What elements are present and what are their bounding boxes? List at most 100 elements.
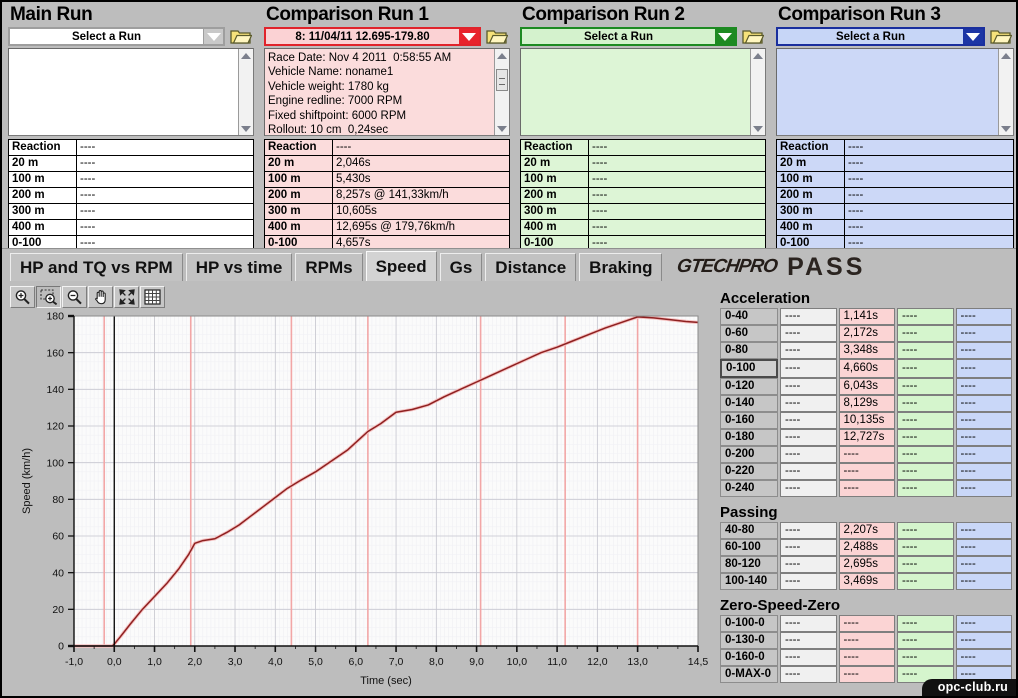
table-row: 20 m ----: [8, 155, 254, 172]
table-row: Reaction ----: [8, 139, 254, 156]
stats-row-label[interactable]: 80-120: [720, 556, 778, 573]
stats-cell-run0: ----: [780, 446, 837, 463]
chevron-down-icon[interactable]: [203, 29, 223, 44]
stats-cell-run0: ----: [780, 308, 837, 325]
svg-text:14,5: 14,5: [688, 656, 708, 668]
info-scrollbar-1[interactable]: [494, 49, 509, 135]
run-select-row-1: 8: 11/04/11 12.695-179.80: [264, 27, 510, 46]
stats-cell-run1: ----: [838, 463, 895, 480]
table-row: 100-140 ---- 3,469s ---- ----: [720, 573, 1012, 590]
result-label: 300 m: [264, 203, 333, 220]
table-row: 100 m ----: [8, 171, 254, 188]
stats-cell-run0: ----: [780, 359, 837, 378]
stats-row-label[interactable]: 0-200: [720, 446, 778, 463]
chevron-down-icon[interactable]: [715, 29, 735, 44]
tab-gs[interactable]: Gs: [439, 253, 483, 281]
grid-icon[interactable]: [140, 286, 165, 308]
stats-row-label[interactable]: 0-130-0: [720, 632, 778, 649]
open-folder-icon[interactable]: [740, 27, 766, 46]
stats-cell-run1: 12,727s: [838, 429, 895, 446]
result-label: 400 m: [8, 219, 77, 236]
stats-row-label[interactable]: 0-100-0: [720, 615, 778, 632]
zoom-box-icon[interactable]: [36, 286, 61, 308]
table-row: 20 m 2,046s: [264, 155, 510, 172]
table-row: 0-240 ---- ---- ---- ----: [720, 480, 1012, 497]
scroll-up-icon[interactable]: [751, 49, 765, 62]
table-row: 400 m ----: [8, 219, 254, 236]
result-label: Reaction: [8, 139, 77, 156]
stats-group-gap: [716, 497, 1016, 504]
scroll-up-icon[interactable]: [239, 49, 253, 62]
open-folder-icon[interactable]: [228, 27, 254, 46]
stats-row-label[interactable]: 60-100: [720, 539, 778, 556]
svg-text:0,0: 0,0: [107, 656, 122, 668]
stats-cell-run2: ----: [897, 395, 954, 412]
zoom-in-icon[interactable]: [10, 286, 35, 308]
scroll-down-icon[interactable]: [999, 122, 1013, 135]
info-scrollbar-3[interactable]: [998, 49, 1013, 135]
zoom-out-icon[interactable]: [62, 286, 87, 308]
svg-text:120: 120: [46, 421, 64, 433]
stats-cell-run2: ----: [897, 615, 954, 632]
open-folder-icon[interactable]: [988, 27, 1014, 46]
stats-row-label[interactable]: 0-240: [720, 480, 778, 497]
info-scrollbar-0[interactable]: [238, 49, 253, 135]
run-select-dropdown-1[interactable]: 8: 11/04/11 12.695-179.80: [264, 27, 481, 46]
run-select-dropdown-3[interactable]: Select a Run: [776, 27, 985, 46]
scroll-down-icon[interactable]: [239, 122, 253, 135]
run-info-text-3: [777, 49, 997, 135]
result-value: ----: [76, 187, 254, 204]
stats-row-label[interactable]: 40-80: [720, 522, 778, 539]
scroll-up-icon[interactable]: [999, 49, 1013, 62]
stats-cell-run0: ----: [780, 463, 837, 480]
stats-cell-run3: ----: [955, 649, 1012, 666]
run-select-value-3: Select a Run: [835, 30, 906, 43]
tab-distance[interactable]: Distance: [485, 253, 577, 281]
scroll-thumb[interactable]: [496, 69, 508, 91]
tab-hp-vs-time[interactable]: HP vs time: [185, 253, 293, 281]
chevron-down-icon[interactable]: [963, 29, 983, 44]
scroll-down-icon[interactable]: [495, 122, 509, 135]
svg-text:7,0: 7,0: [389, 656, 404, 668]
stats-row-label[interactable]: 0-140: [720, 395, 778, 412]
scroll-down-icon[interactable]: [751, 122, 765, 135]
info-scrollbar-2[interactable]: [750, 49, 765, 135]
stats-row-label[interactable]: 0-40: [720, 308, 778, 325]
stats-cell-run0: ----: [780, 632, 837, 649]
table-row: 300 m ----: [8, 203, 254, 220]
stats-row-label[interactable]: 0-60: [720, 325, 778, 342]
tab-hp-and-tq-vs-rpm[interactable]: HP and TQ vs RPM: [10, 253, 183, 281]
stats-row-label[interactable]: 0-80: [720, 342, 778, 359]
tab-speed[interactable]: Speed: [365, 251, 437, 281]
fit-screen-icon[interactable]: [114, 286, 139, 308]
run-select-dropdown-0[interactable]: Select a Run: [8, 27, 225, 46]
tab-braking[interactable]: Braking: [579, 253, 663, 281]
speed-chart[interactable]: 0 20 40 60 80 100 120 140 160 180 -1,0 0,0 1,0 2,0 3,0…: [8, 310, 708, 692]
stats-cell-run0: ----: [780, 539, 837, 556]
result-label: 400 m: [776, 219, 845, 236]
tab-rpms[interactable]: RPMs: [295, 253, 363, 281]
run-panel-3: Comparison Run 3 Select a Run Reaction ----…: [772, 4, 1016, 252]
result-value: 12,695s @ 179,76km/h: [332, 219, 510, 236]
run-panel-0: Main Run Select a Run Reaction ---- 20 m ----…: [4, 4, 256, 252]
run-info-box-2: [520, 48, 766, 136]
open-folder-icon[interactable]: [484, 27, 510, 46]
stats-cell-run0: ----: [780, 378, 837, 395]
scroll-up-icon[interactable]: [495, 49, 509, 62]
result-label: 100 m: [8, 171, 77, 188]
stats-row-label[interactable]: 0-160: [720, 412, 778, 429]
stats-row-label[interactable]: 0-180: [720, 429, 778, 446]
stats-row-label[interactable]: 0-160-0: [720, 649, 778, 666]
svg-text:3,0: 3,0: [228, 656, 243, 668]
stats-row-label[interactable]: 0-100: [720, 359, 778, 378]
svg-text:12,0: 12,0: [587, 656, 608, 668]
pan-hand-icon[interactable]: [88, 286, 113, 308]
stats-row-label[interactable]: 100-140: [720, 573, 778, 590]
stats-cell-run1: 8,129s: [838, 395, 895, 412]
stats-row-label[interactable]: 0-220: [720, 463, 778, 480]
stats-row-label[interactable]: 0-MAX-0: [720, 666, 778, 683]
run-select-dropdown-2[interactable]: Select a Run: [520, 27, 737, 46]
stats-row-label[interactable]: 0-120: [720, 378, 778, 395]
stats-cell-run0: ----: [780, 480, 837, 497]
chevron-down-icon[interactable]: [459, 29, 479, 44]
